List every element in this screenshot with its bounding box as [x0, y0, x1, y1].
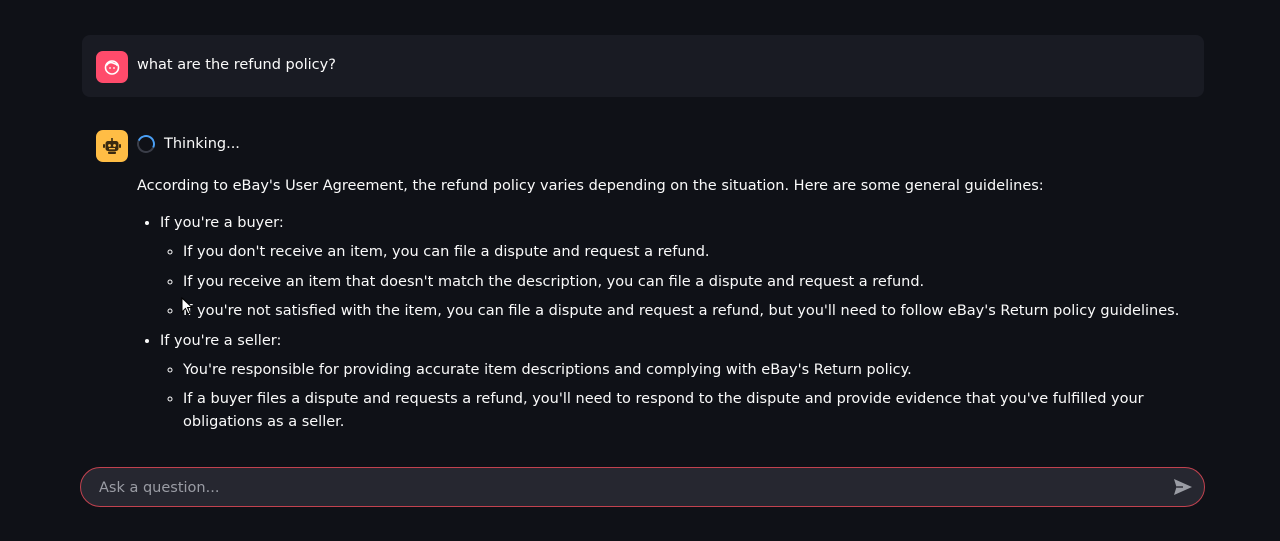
user-message: what are the refund policy? [82, 35, 1204, 97]
buyer-sublist: If you don't receive an item, you can fi… [160, 241, 1187, 323]
answer-intro: According to eBay's User Agreement, the … [137, 178, 1044, 194]
user-avatar [96, 51, 128, 83]
user-face-icon [104, 60, 120, 75]
list-item-buyer: If you're a buyer: If you don't receive … [160, 212, 1187, 323]
chat-app: what are the refund policy? Thinking... … [0, 0, 1280, 541]
guideline-list: If you're a buyer: If you don't receive … [137, 212, 1187, 434]
send-icon [1174, 479, 1192, 495]
list-item: If you receive an item that doesn't matc… [183, 271, 1187, 294]
chat-input[interactable] [97, 468, 1161, 508]
user-message-text: what are the refund policy? [137, 57, 336, 73]
thinking-status: Thinking... [134, 132, 240, 156]
seller-sublist: You're responsible for providing accurat… [160, 359, 1187, 435]
list-item-seller: If you're a seller: You're responsible f… [160, 330, 1187, 435]
list-item: You're responsible for providing accurat… [183, 359, 1187, 382]
list-item: If a buyer files a dispute and requests … [183, 388, 1187, 434]
section-label: If you're a buyer: [160, 215, 284, 231]
mouse-cursor-icon [181, 297, 193, 315]
robot-icon [103, 138, 121, 154]
section-label: If you're a seller: [160, 332, 282, 349]
assistant-message: According to eBay's User Agreement, the … [137, 175, 1187, 441]
list-item: If you're not satisfied with the item, y… [183, 300, 1187, 323]
assistant-avatar [96, 130, 128, 162]
spinner-icon [134, 132, 158, 156]
thinking-label: Thinking... [164, 136, 240, 152]
list-item: If you don't receive an item, you can fi… [183, 241, 1187, 264]
send-button[interactable] [1172, 477, 1194, 497]
chat-input-container [80, 467, 1205, 508]
